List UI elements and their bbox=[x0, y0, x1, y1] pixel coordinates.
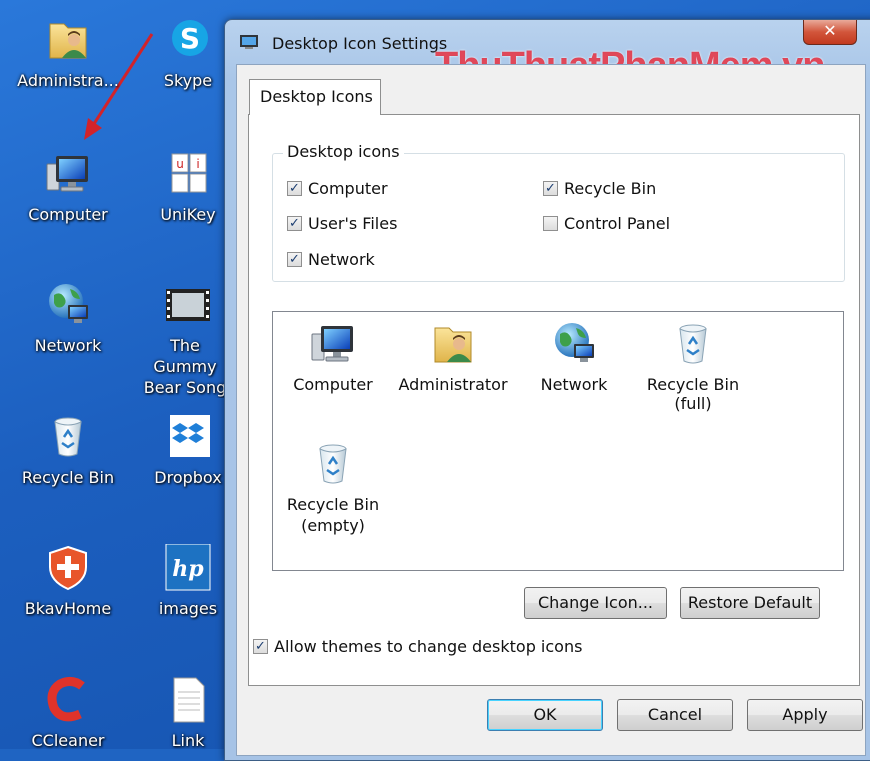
close-button[interactable]: ✕ bbox=[803, 20, 857, 45]
checkbox-box[interactable]: ✓ bbox=[287, 252, 302, 267]
recycle-bin-icon bbox=[44, 413, 92, 461]
desktop-icon-settings-dialog: Desktop Icon Settings ThuThuatPhanMem.vn… bbox=[224, 19, 870, 761]
group-label: Desktop icons bbox=[283, 142, 404, 161]
apply-button[interactable]: Apply bbox=[747, 699, 863, 731]
checkbox-box[interactable]: ✓ bbox=[287, 181, 302, 196]
svg-text:hp: hp bbox=[172, 556, 204, 582]
checkbox-label: Recycle Bin bbox=[564, 179, 657, 198]
tab-desktop-icons[interactable]: Desktop Icons bbox=[249, 79, 381, 115]
desktop-icon-label: Computer bbox=[28, 205, 108, 224]
checkbox-label: Control Panel bbox=[564, 214, 671, 233]
dropbox-icon bbox=[164, 413, 212, 461]
restore-default-button[interactable]: Restore Default bbox=[680, 587, 820, 619]
checkbox-label: Network bbox=[308, 250, 375, 269]
checkbox-box[interactable]: ✓ bbox=[287, 216, 302, 231]
desktop-icon-label: The Gummy Bear Song bbox=[143, 336, 227, 397]
computer-icon bbox=[309, 320, 357, 368]
cancel-button[interactable]: Cancel bbox=[617, 699, 733, 731]
icon-list-view[interactable]: Computer Administrator Network Recycle B… bbox=[272, 311, 844, 571]
checkbox-network[interactable]: ✓ Network bbox=[287, 250, 375, 269]
svg-text:i: i bbox=[196, 157, 199, 171]
checkbox-box[interactable] bbox=[543, 216, 558, 231]
desktop-icon-bkavhome[interactable]: BkavHome bbox=[12, 544, 124, 619]
list-item-label: Network bbox=[540, 375, 608, 394]
list-item-label: Recycle Bin bbox=[646, 375, 740, 394]
desktop-icon-label: Administra... bbox=[17, 71, 119, 90]
desktop-icon-recycle-bin[interactable]: Recycle Bin bbox=[12, 413, 124, 488]
desktop-settings-icon bbox=[239, 34, 259, 50]
bkav-icon bbox=[44, 544, 92, 592]
tab-panel: Desktop icons ✓ Computer ✓ User's Files … bbox=[248, 114, 860, 686]
skype-icon: S bbox=[164, 16, 212, 64]
folder-user-icon bbox=[44, 16, 92, 64]
desktop-icon-computer[interactable]: Computer bbox=[12, 150, 124, 225]
checkbox-control-panel[interactable]: Control Panel bbox=[543, 214, 670, 233]
folder-user-icon bbox=[429, 320, 477, 368]
network-icon bbox=[550, 320, 598, 368]
list-item-label: Computer bbox=[293, 375, 373, 394]
desktop-icon-label: BkavHome bbox=[24, 599, 112, 618]
document-icon bbox=[164, 676, 212, 724]
ccleaner-icon bbox=[44, 676, 92, 724]
computer-icon bbox=[44, 150, 92, 198]
checkbox-label: Computer bbox=[308, 179, 388, 198]
checkbox-label: User's Files bbox=[308, 214, 398, 233]
recycle-bin-empty-icon bbox=[309, 440, 357, 488]
checkbox-box[interactable]: ✓ bbox=[543, 181, 558, 196]
checkbox-computer[interactable]: ✓ Computer bbox=[287, 179, 388, 198]
list-item-computer[interactable]: Computer bbox=[273, 320, 393, 395]
hp-icon: hp bbox=[164, 543, 212, 592]
desktop-icon-label: Recycle Bin bbox=[21, 468, 115, 487]
list-item-network[interactable]: Network bbox=[514, 320, 634, 395]
title-bar[interactable]: Desktop Icon Settings ThuThuatPhanMem.vn… bbox=[225, 20, 870, 87]
desktop-icon-ccleaner[interactable]: CCleaner bbox=[12, 676, 124, 751]
unikey-icon: ui bbox=[164, 150, 212, 198]
allow-themes-checkbox[interactable]: ✓ Allow themes to change desktop icons bbox=[253, 637, 582, 656]
list-item-recycle-bin-empty[interactable]: Recycle Bin (empty) bbox=[273, 440, 393, 536]
checkbox-users-files[interactable]: ✓ User's Files bbox=[287, 214, 397, 233]
list-item-label: Administrator bbox=[398, 375, 508, 394]
list-item-sublabel: (full) bbox=[674, 394, 712, 413]
desktop-icon-label: Network bbox=[34, 336, 102, 355]
desktop-icon-network[interactable]: Network bbox=[12, 281, 124, 356]
list-item-administrator[interactable]: Administrator bbox=[393, 320, 513, 395]
svg-text:u: u bbox=[176, 157, 184, 171]
list-item-label: Recycle Bin bbox=[286, 495, 380, 514]
dialog-client-area: Desktop Icons Desktop icons ✓ Computer ✓… bbox=[236, 64, 866, 756]
desktop-icon-administrator[interactable]: Administra... bbox=[12, 16, 124, 91]
video-icon bbox=[164, 281, 212, 329]
checkbox-label: Allow themes to change desktop icons bbox=[274, 637, 583, 656]
checkbox-box[interactable]: ✓ bbox=[253, 639, 268, 654]
recycle-bin-full-icon bbox=[669, 320, 717, 368]
list-item-recycle-bin-full[interactable]: Recycle Bin (full) bbox=[633, 320, 753, 413]
ok-button[interactable]: OK bbox=[487, 699, 603, 731]
change-icon-button[interactable]: Change Icon... bbox=[524, 587, 667, 619]
desktop-icon-label: CCleaner bbox=[31, 731, 105, 750]
checkbox-recycle-bin[interactable]: ✓ Recycle Bin bbox=[543, 179, 656, 198]
window-title: Desktop Icon Settings bbox=[272, 34, 448, 53]
network-icon bbox=[44, 281, 92, 329]
desktop-icons-group: Desktop icons ✓ Computer ✓ User's Files … bbox=[272, 142, 845, 282]
list-item-sublabel: (empty) bbox=[301, 516, 365, 535]
svg-text:S: S bbox=[180, 22, 200, 55]
